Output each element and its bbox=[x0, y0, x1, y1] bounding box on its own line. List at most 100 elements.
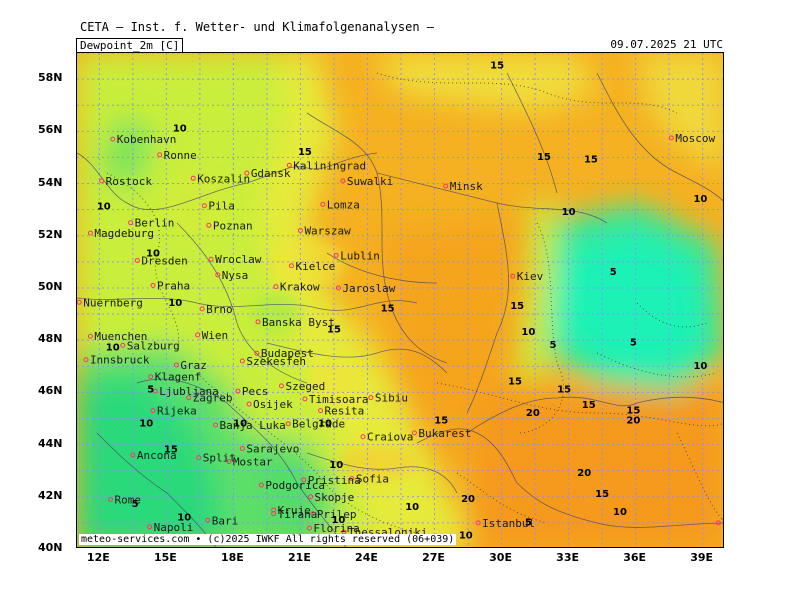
isoline-value-label: 15 bbox=[626, 405, 640, 416]
latitude-label: 48N bbox=[38, 332, 63, 346]
isoline-value-label: 10 bbox=[331, 515, 345, 526]
city-label: Brno bbox=[206, 303, 233, 316]
isoline-value-label: 10 bbox=[97, 202, 111, 213]
isoline-value-label: 5 bbox=[549, 340, 556, 351]
longitude-label: 15E bbox=[153, 551, 177, 564]
city-label: Trabzon bbox=[722, 517, 724, 530]
city-label: Moscow bbox=[675, 132, 715, 145]
city-label: Nysa bbox=[222, 269, 249, 282]
isoline-value-label: 15 bbox=[537, 152, 551, 163]
city-label: Wien bbox=[202, 329, 229, 342]
city-label: Tirana bbox=[278, 508, 318, 521]
city-label: Rostock bbox=[106, 175, 153, 188]
city-label: Sibiu bbox=[375, 392, 408, 405]
isoline-value-label: 15 bbox=[490, 61, 504, 72]
city-label: Gdansk bbox=[251, 167, 291, 180]
longitude-label: 18E bbox=[220, 551, 244, 564]
city-label: Bari bbox=[212, 514, 239, 527]
city-label: Wroclaw bbox=[215, 253, 262, 266]
longitude-label: 24E bbox=[355, 551, 378, 564]
city-label: Bukarest bbox=[418, 427, 471, 440]
isoline-value-label: 10 bbox=[405, 502, 419, 513]
isoline-value-label: 20 bbox=[626, 416, 640, 427]
city-label: Suwalki bbox=[347, 175, 393, 188]
isoline-value-label: 15 bbox=[557, 384, 571, 395]
isoline-value-label: 15 bbox=[510, 301, 524, 312]
city-label: Pecs bbox=[242, 385, 269, 398]
city-label: Lomza bbox=[327, 198, 360, 211]
latitude-label: 52N bbox=[38, 227, 63, 241]
city-label: Skopje bbox=[315, 491, 355, 504]
longitude-label: 30E bbox=[489, 551, 512, 564]
city-label: Sarajevo bbox=[246, 442, 299, 455]
isoline-value-label: 10 bbox=[329, 460, 343, 471]
isoline-value-label: 15 bbox=[595, 489, 609, 500]
isoline-value-label: 15 bbox=[298, 147, 312, 158]
dewpoint-map[interactable]: Kobenhavn Ronne Rostock Koszalin Gdansk Kalin… bbox=[76, 52, 724, 548]
latitude-label: 42N bbox=[38, 488, 63, 502]
isoline-value-label: 10 bbox=[233, 418, 247, 429]
isoline-value-label: 10 bbox=[106, 343, 120, 354]
isoline-value-label: 10 bbox=[318, 418, 332, 429]
isoline-value-label: 10 bbox=[521, 327, 535, 338]
longitude-label: 12E bbox=[86, 551, 110, 564]
longitude-label: 39E bbox=[690, 551, 714, 564]
isoline-value-label: 10 bbox=[562, 207, 576, 218]
isoline-value-label: 10 bbox=[177, 512, 191, 523]
isoline-value-label: 5 bbox=[132, 499, 139, 510]
city-label: Kaliningrad bbox=[293, 159, 366, 172]
city-label: Minsk bbox=[450, 180, 483, 193]
parameter-label: Dewpoint_2m [C] bbox=[76, 38, 184, 52]
isoline-value-label: 5 bbox=[630, 337, 637, 348]
latitude-label: 40N bbox=[38, 541, 63, 554]
latitude-label: 56N bbox=[38, 123, 63, 137]
city-label: Osijek bbox=[253, 398, 293, 411]
city-label: Praha bbox=[157, 279, 190, 292]
city-label: Rijeka bbox=[157, 405, 197, 418]
isoline-value-label: 10 bbox=[168, 298, 182, 309]
city-label: Craiova bbox=[367, 431, 413, 444]
city-label: Ronne bbox=[164, 149, 197, 162]
isoline-value-label: 10 bbox=[173, 123, 187, 134]
city-label: Nuernberg bbox=[83, 296, 143, 309]
latitude-label: 58N bbox=[38, 71, 63, 85]
city-label: Lublin bbox=[340, 249, 380, 262]
city-label: Warszaw bbox=[304, 225, 351, 238]
latitude-label: 50N bbox=[38, 279, 63, 293]
city-label: Banska Byst bbox=[262, 316, 335, 329]
city-label: Szeged bbox=[285, 380, 325, 393]
isoline-value-label: 5 bbox=[610, 267, 617, 278]
city-label: Zagreb bbox=[193, 392, 233, 405]
city-label: Szekesfeh bbox=[246, 355, 306, 368]
isoline-value-label: 20 bbox=[577, 468, 591, 479]
isoline-value-label: 20 bbox=[526, 408, 540, 419]
source-header: CETA — Inst. f. Wetter- und Klimafolgena… bbox=[80, 20, 435, 34]
isoline-value-label: 10 bbox=[459, 531, 473, 542]
latitude-label: 46N bbox=[38, 384, 63, 398]
longitude-label: 36E bbox=[623, 551, 647, 564]
city-label: Krakow bbox=[280, 281, 320, 294]
isoline-value-label: 10 bbox=[693, 194, 707, 205]
isoline-value-label: 15 bbox=[584, 155, 598, 166]
city-label: Banja Luka bbox=[220, 419, 286, 432]
city-label: Mostar bbox=[233, 456, 273, 469]
city-label: Pila bbox=[208, 200, 235, 213]
isoline-value-label: 10 bbox=[613, 507, 627, 518]
isoline-value-label: 15 bbox=[381, 303, 395, 314]
city-label: Kielce bbox=[296, 260, 336, 273]
city-label: Poznan bbox=[213, 219, 253, 232]
latitude-label: 54N bbox=[38, 175, 63, 189]
isoline-value-label: 10 bbox=[146, 249, 160, 260]
longitude-label: 33E bbox=[556, 551, 579, 564]
city-label: Salzburg bbox=[127, 339, 180, 352]
city-label: Kobenhavn bbox=[117, 133, 177, 146]
city-label: Klagenf bbox=[155, 371, 201, 384]
isoline-value-label: 15 bbox=[508, 377, 522, 388]
isoline-value-label: 15 bbox=[434, 416, 448, 427]
isoline-value-label: 5 bbox=[525, 518, 532, 529]
city-label: Resita bbox=[325, 405, 365, 418]
isoline-value-label: 10 bbox=[693, 361, 707, 372]
city-label: Innsbruck bbox=[90, 354, 150, 367]
city-label: Magdeburg bbox=[94, 227, 154, 240]
city-label: Koszalin bbox=[197, 172, 250, 185]
